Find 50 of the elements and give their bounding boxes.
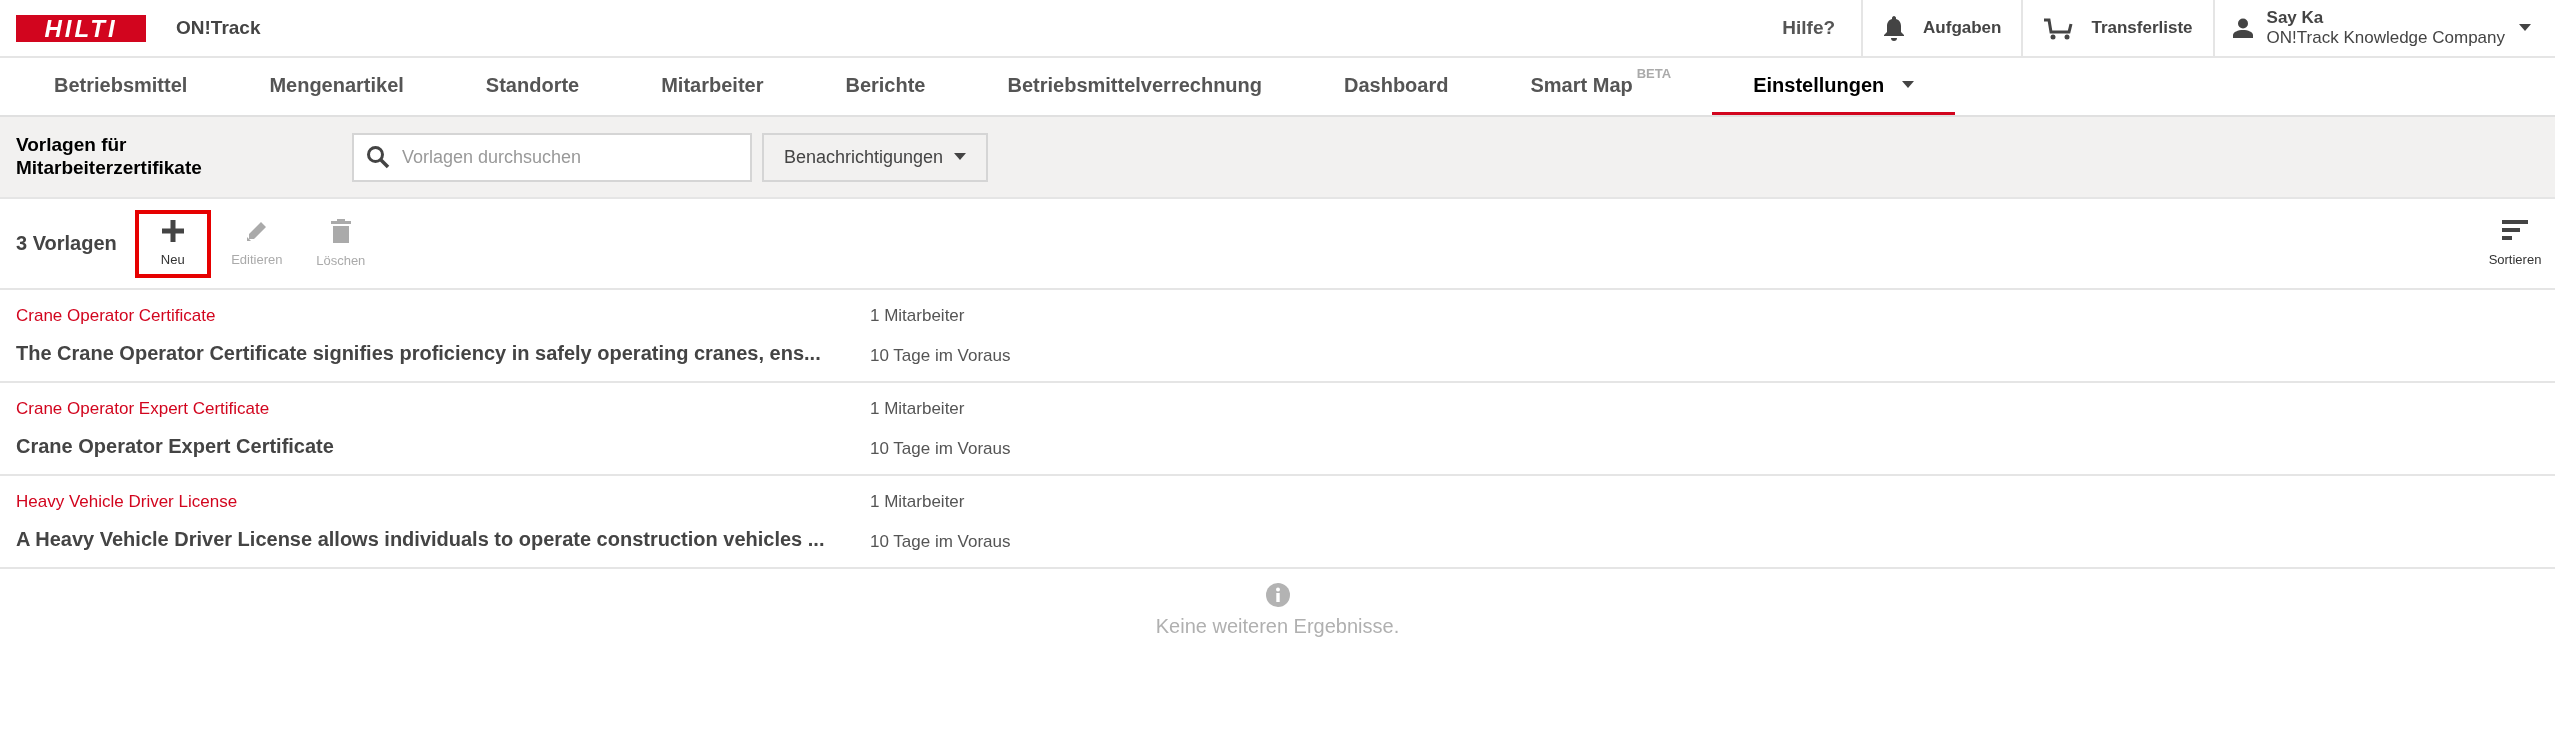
employee-count: 1 Mitarbeiter — [870, 305, 966, 326]
employee-count: 1 Mitarbeiter — [870, 398, 966, 419]
template-row[interactable]: Heavy Vehicle Driver License A Heavy Vehicle Driver License allows individuals to operate construction vehicles ... 1 Mitarbeiter 10 Tage im Voraus — [0, 476, 2555, 569]
template-count: 3 Vorlagen — [16, 232, 117, 255]
trash-icon — [329, 219, 352, 243]
beta-label: BETA — [1636, 66, 1672, 81]
sort-button[interactable]: Sortieren — [2475, 209, 2555, 278]
cart-icon — [2043, 16, 2074, 40]
notice-period: 10 Tage im Voraus — [870, 345, 1011, 366]
nav-tab[interactable]: Smart Map $^{BETA}$ — [1489, 58, 1713, 115]
template-name: Heavy Vehicle Driver License — [16, 492, 239, 512]
user-icon — [2232, 18, 2253, 38]
notice-period: 10 Tage im Voraus — [870, 438, 1011, 459]
info-icon — [1265, 583, 1290, 607]
page-title: Vorlagen für Mitarbeiterzertifikate — [15, 134, 203, 180]
bell-icon — [1883, 15, 1906, 41]
nav-tab[interactable]: Dashboard — [1303, 58, 1490, 115]
nav-tab[interactable]: Mitarbeiter — [620, 58, 805, 115]
logo: HILTI — [16, 14, 146, 42]
nav-tab[interactable]: Mengenartikel — [228, 58, 445, 115]
nav-tab[interactable]: Berichte — [804, 58, 967, 115]
template-description: Crane Operator Expert Certificate — [16, 435, 335, 458]
employee-count: 1 Mitarbeiter — [870, 491, 966, 512]
template-name: Crane Operator Expert Certificate — [16, 399, 271, 419]
pencil-icon — [245, 220, 268, 242]
caret-icon — [954, 153, 966, 161]
template-description: The Crane Operator Certificate signifies proficiency in safely operating cranes, ens... — [16, 342, 822, 365]
template-row[interactable]: Crane Operator Expert Certificate Crane Operator Expert Certificate 1 Mitarbeiter 10 Tage im Voraus — [0, 383, 2555, 476]
transfer-list-button[interactable]: Transferliste — [2023, 0, 2213, 56]
template-description: A Heavy Vehicle Driver License allows individuals to operate construction vehicles ... — [16, 528, 826, 551]
search-icon — [366, 144, 390, 169]
search-field[interactable]: Vorlagen durchsuchen — [352, 132, 752, 182]
notice-period: 10 Tage im Voraus — [870, 531, 1011, 552]
app-name: ON!Track — [176, 17, 261, 39]
user-menu[interactable]: Say Ka ON!Track Knowledge Company — [2214, 8, 2555, 48]
notifications-dropdown[interactable]: Benachrichtigungen — [762, 132, 988, 182]
template-name: Crane Operator Certificate — [16, 306, 217, 326]
add-button[interactable]: Neu — [134, 209, 211, 278]
company-name: ON!Track Knowledge Company — [2266, 28, 2505, 48]
help-link[interactable]: Hilfe? — [1756, 17, 1862, 39]
nav-tab[interactable]: Betriebsmittel — [0, 58, 229, 115]
nav-tab[interactable]: Betriebsmittelverrechnung — [966, 58, 1303, 115]
user-name: Say Ka — [2266, 8, 2325, 28]
caret-icon — [2519, 24, 2531, 32]
no-more-results-message: Keine weiteren Ergebnisse. — [1155, 615, 1400, 638]
sort-icon — [2502, 220, 2528, 242]
tasks-button[interactable]: Aufgaben — [1863, 0, 2022, 56]
nav-tab[interactable]: Standorte — [444, 58, 621, 115]
plus-icon — [161, 220, 184, 242]
template-row[interactable]: Crane Operator Certificate The Crane Operator Certificate signifies proficiency in safely operating cranes, ens... 1 Mitarbeiter 10 Tage im Voraus — [0, 290, 2555, 383]
